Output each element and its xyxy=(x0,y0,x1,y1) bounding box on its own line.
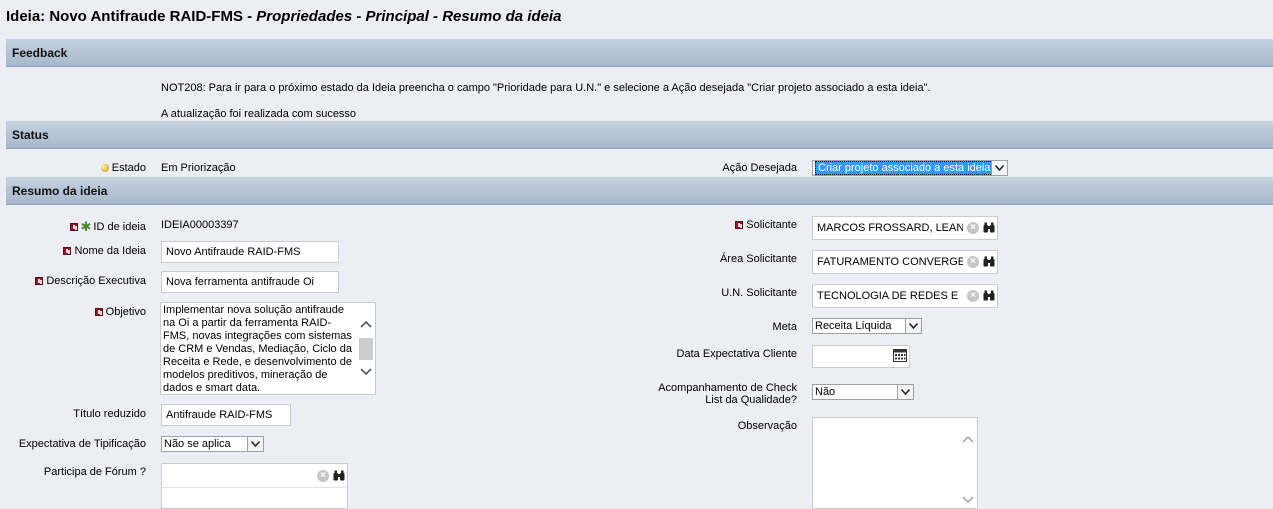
forum-lookup[interactable]: × xyxy=(161,463,348,509)
objetivo-label: Objetivo xyxy=(60,306,146,318)
objetivo-textarea[interactable]: Implementar nova solução antifraude na O… xyxy=(160,302,376,395)
section-header-resumo: Resumo da ideia xyxy=(6,176,1273,205)
check-list-label: Acompanhamento de Check List da Qualidad… xyxy=(620,382,797,406)
observacao-scrollbar[interactable] xyxy=(960,419,976,507)
section-title: Status xyxy=(12,128,49,142)
clear-icon[interactable]: × xyxy=(967,290,979,302)
feedback-message-success: A atualização foi realizada com sucesso xyxy=(161,108,357,120)
solicitante-value: MARCOS FROSSARD, LEAN xyxy=(817,222,963,234)
solicitante-lookup[interactable]: MARCOS FROSSARD, LEAN × xyxy=(812,216,998,240)
binoculars-icon[interactable] xyxy=(983,290,995,301)
solicitante-label: Solicitante xyxy=(680,219,797,231)
acao-desejada-selected: Criar projeto associado a esta ideia xyxy=(815,161,994,175)
title-breadcrumb-resumo: Resumo da ideia xyxy=(442,8,562,25)
title-separator: - xyxy=(242,8,257,25)
objetivo-label-text: Objetivo xyxy=(105,306,146,318)
scroll-down-icon[interactable] xyxy=(962,496,974,504)
meta-selected: Receita Líquida xyxy=(815,320,892,332)
descricao-executiva-input[interactable]: Nova ferramenta antifraude Oi xyxy=(161,271,339,293)
area-solicitante-value: FATURAMENTO CONVERGE xyxy=(817,256,963,268)
section-title: Feedback xyxy=(12,46,68,60)
clear-icon[interactable]: × xyxy=(967,256,979,268)
check-list-select[interactable]: Não xyxy=(812,384,914,400)
nome-ideia-label-text: Nome da Ideia xyxy=(74,245,146,257)
asterisk-icon: ✱ xyxy=(80,219,92,234)
tipificacao-select[interactable]: Não se aplica xyxy=(161,436,264,452)
scrollbar-thumb[interactable] xyxy=(359,338,373,360)
clear-icon[interactable]: × xyxy=(317,470,329,482)
forum-list-divider xyxy=(162,487,347,488)
un-solicitante-lookup[interactable]: TECNOLOGIA DE REDES E × xyxy=(812,284,998,308)
area-solicitante-label: Área Solicitante xyxy=(719,253,797,265)
scroll-up-icon[interactable] xyxy=(360,320,372,328)
un-solicitante-value: TECNOLOGIA DE REDES E xyxy=(817,290,959,302)
binoculars-icon[interactable] xyxy=(333,470,345,481)
chevron-down-icon[interactable] xyxy=(905,319,921,333)
clear-icon[interactable]: × xyxy=(967,222,979,234)
area-solicitante-lookup[interactable]: FATURAMENTO CONVERGE × xyxy=(812,250,998,274)
binoculars-icon[interactable] xyxy=(983,222,995,233)
section-header-status: Status xyxy=(6,120,1273,149)
required-marker-icon xyxy=(69,223,78,231)
status-bullet-icon xyxy=(100,164,109,173)
scroll-up-icon[interactable] xyxy=(962,435,974,443)
check-list-label-line1: Acompanhamento de Check xyxy=(658,382,797,394)
un-solicitante-label: U.N. Solicitante xyxy=(721,287,797,299)
title-breadcrumb-propriedades: Propriedades xyxy=(256,8,353,25)
required-marker-icon xyxy=(94,308,103,317)
section-title: Resumo da ideia xyxy=(12,184,108,198)
id-ideia-label-text: ID de ideia xyxy=(93,220,146,233)
acao-desejada-label: Ação Desejada xyxy=(722,162,797,174)
title-breadcrumb-principal: Principal xyxy=(365,8,429,25)
objetivo-line: na Oi a partir da ferramenta RAID- xyxy=(163,317,332,329)
objetivo-line: FMS, novas integrações com sistemas xyxy=(163,330,352,342)
estado-value: Em Priorização xyxy=(161,162,236,174)
objetivo-line: Receita e Rede, e desenvolvimento de xyxy=(163,356,352,368)
id-ideia-value: IDEIA00003397 xyxy=(161,219,239,231)
nome-ideia-input[interactable]: Novo Antifraude RAID-FMS xyxy=(161,241,339,263)
check-list-selected: Não xyxy=(815,386,836,398)
descricao-executiva-label: Descrição Executiva xyxy=(10,275,146,287)
objetivo-scrollbar[interactable] xyxy=(358,304,374,393)
meta-select[interactable]: Receita Líquida xyxy=(812,318,922,334)
objetivo-line: Implementar nova solução antifraude xyxy=(163,304,344,316)
scroll-down-icon[interactable] xyxy=(360,368,372,376)
page-title: Ideia: Novo Antifraude RAID-FMS - Propri… xyxy=(6,8,561,25)
estado-label: Estado xyxy=(60,162,146,174)
acao-desejada-select[interactable]: Criar projeto associado a esta ideia xyxy=(812,160,1008,176)
title-separator: - xyxy=(428,8,443,25)
page-title-entity: Ideia: Novo Antifraude RAID-FMS xyxy=(6,8,243,25)
chevron-down-icon[interactable] xyxy=(897,385,913,399)
binoculars-icon[interactable] xyxy=(983,256,995,267)
titulo-reduzido-label: Título reduzido xyxy=(73,408,146,420)
observacao-textarea[interactable] xyxy=(812,417,978,509)
observacao-label: Observação xyxy=(737,420,797,432)
objetivo-line: dados e smart data. xyxy=(163,382,261,394)
descricao-executiva-label-text: Descrição Executiva xyxy=(46,275,146,287)
tipificacao-label: Expectativa de Tipificação xyxy=(18,438,146,450)
required-marker-icon xyxy=(63,247,72,256)
tipificacao-selected: Não se aplica xyxy=(164,438,231,450)
nome-ideia-label: Nome da Ideia xyxy=(30,245,146,257)
objetivo-text: Implementar nova solução antifraude na O… xyxy=(163,304,355,395)
titulo-reduzido-input[interactable]: Antifraude RAID-FMS xyxy=(161,404,291,426)
calendar-icon[interactable] xyxy=(893,349,907,362)
objetivo-line: modelos preditivos, mineração de xyxy=(163,369,328,381)
meta-label: Meta xyxy=(772,321,797,333)
chevron-down-icon[interactable] xyxy=(247,437,263,451)
required-marker-icon xyxy=(735,221,744,230)
feedback-message-not208: NOT208: Para ir para o próximo estado da… xyxy=(161,82,931,94)
title-separator: - xyxy=(352,8,366,25)
section-header-feedback: Feedback xyxy=(6,38,1273,67)
id-ideia-label: ✱ ID de ideia xyxy=(40,219,146,235)
objetivo-line: de CRM e Vendas, Mediação, Ciclo da xyxy=(163,343,352,355)
data-expectativa-label: Data Expectativa Cliente xyxy=(676,348,797,360)
check-list-label-line2: List da Qualidade? xyxy=(705,394,797,406)
chevron-down-icon[interactable] xyxy=(991,161,1007,175)
solicitante-label-text: Solicitante xyxy=(746,219,797,231)
forum-label: Participa de Fórum ? xyxy=(43,466,146,478)
required-marker-icon xyxy=(35,277,44,286)
estado-label-text: Estado xyxy=(111,162,146,174)
